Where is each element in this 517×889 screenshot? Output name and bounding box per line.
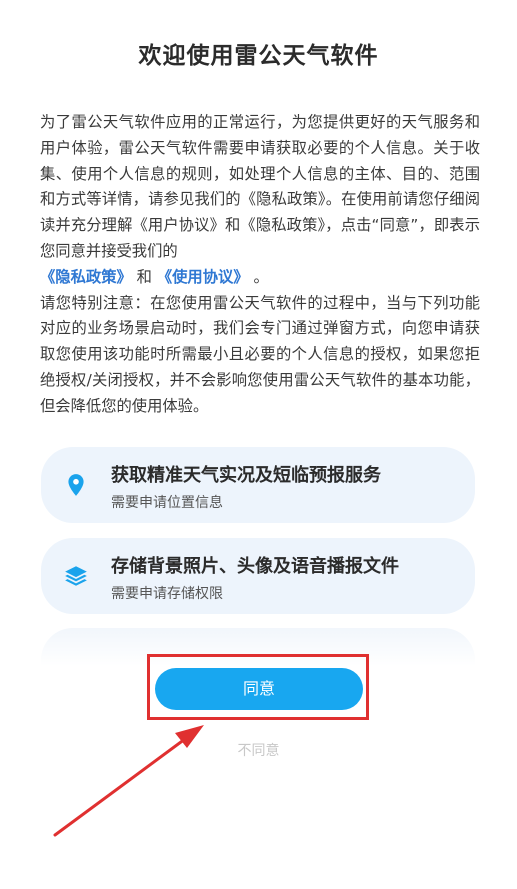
layers-icon [65, 566, 87, 586]
card-subtitle: 需要申请位置信息 [111, 495, 223, 511]
card-title: 存储背景照片、头像及语音播报文件 [111, 556, 399, 577]
card-title: 获取精准天气实况及短临预报服务 [111, 465, 381, 486]
permission-card-location: 获取精准天气实况及短临预报服务 需要申请位置信息 [41, 447, 475, 523]
privacy-policy-link[interactable]: 《隐私政策》 [40, 268, 132, 286]
consent-text: 为了雷公天气软件应用的正常运行，为您提供更好的天气服务和用户体验，雷公天气软件需… [40, 110, 480, 420]
notice-text: 请您特别注意：在您使用雷公天气软件的过程中，当与下列功能对应的业务场景启动时，我… [40, 293, 480, 415]
and-text: 和 [131, 267, 157, 286]
sentence-end: 。 [248, 267, 269, 286]
location-pin-icon [68, 474, 84, 496]
permission-card-storage: 存储背景照片、头像及语音播报文件 需要申请存储权限 [41, 538, 475, 614]
card-subtitle: 需要申请存储权限 [111, 586, 223, 602]
intro-text: 为了雷公天气软件应用的正常运行，为您提供更好的天气服务和用户体验，雷公天气软件需… [40, 113, 480, 260]
page-title: 欢迎使用雷公天气软件 [138, 43, 379, 69]
disagree-button[interactable]: 不同意 [0, 740, 517, 760]
agree-button[interactable]: 同意 [155, 668, 363, 710]
terms-of-use-link[interactable]: 《使用协议》 [157, 268, 249, 286]
